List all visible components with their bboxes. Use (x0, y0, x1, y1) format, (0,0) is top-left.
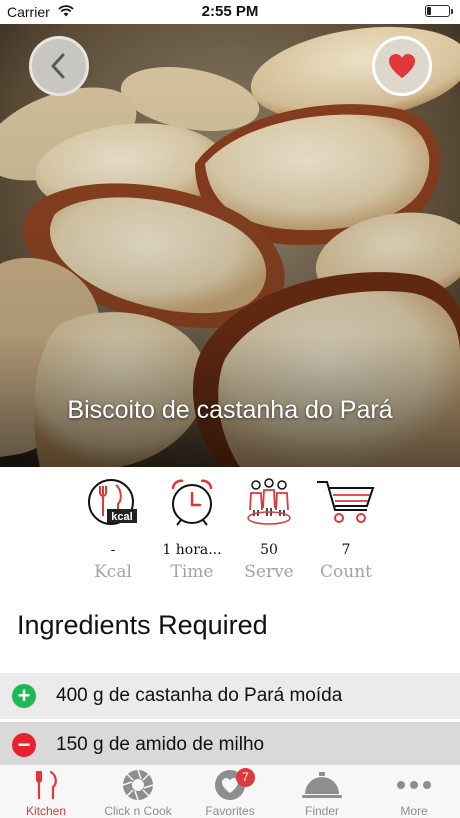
stat-label: Time (170, 562, 214, 582)
favorites-badge: 7 (236, 768, 255, 787)
stat-count: 7 Count (306, 476, 386, 582)
tab-more[interactable]: More (368, 765, 460, 818)
remove-icon[interactable]: − (12, 733, 36, 757)
tab-label: Click n Cook (104, 804, 172, 818)
tab-favorites[interactable]: 7 Favorites (184, 765, 276, 818)
status-bar: Carrier 2:55 PM (0, 0, 460, 24)
ingredient-text: 400 g de castanha do Pará moída (56, 685, 343, 706)
ingredients-heading: Ingredients Required (17, 610, 268, 640)
tab-label: Favorites (205, 804, 255, 818)
ingredient-text: 150 g de amido de milho (56, 734, 265, 755)
ingredient-row[interactable]: − 150 g de amido de milho (0, 722, 460, 768)
stat-value: 1 hora... (162, 542, 222, 558)
tab-label: Kitchen (25, 804, 67, 818)
tab-label: More (400, 804, 428, 818)
favorite-button[interactable] (372, 36, 432, 96)
heart-icon (389, 54, 415, 78)
cloche-icon (302, 772, 342, 798)
stat-serve: 50 Serve (229, 476, 309, 582)
chevron-left-icon (51, 53, 65, 79)
kcal-badge-text: kcal (111, 511, 132, 523)
camera-shutter-icon (122, 769, 154, 801)
battery-icon (425, 5, 453, 17)
kcal-icon: kcal (88, 479, 137, 525)
tab-bar: Kitchen Click n Cook 7 Favorites Finder … (0, 764, 460, 818)
stat-kcal: kcal - Kcal (73, 476, 153, 582)
ingredient-row[interactable]: + 400 g de castanha do Pará moída (0, 673, 460, 719)
recipe-hero: Biscoito de castanha do Pará (0, 24, 460, 467)
recipe-title: Biscoito de castanha do Pará (67, 396, 393, 424)
status-time: 2:55 PM (201, 3, 259, 20)
alarm-clock-icon (171, 479, 213, 526)
more-dots-icon (397, 781, 431, 789)
stat-label: Count (320, 562, 372, 582)
people-icon (247, 478, 291, 525)
stat-label: Kcal (94, 562, 132, 582)
shopping-cart-icon (317, 481, 375, 523)
back-button[interactable] (29, 36, 89, 96)
tab-click-n-cook[interactable]: Click n Cook (92, 765, 184, 818)
stat-value: 7 (341, 542, 351, 558)
stat-value: - (110, 542, 116, 558)
add-icon[interactable]: + (12, 684, 36, 708)
tab-label: Finder (304, 804, 339, 818)
tab-finder[interactable]: Finder (276, 765, 368, 818)
fork-knife-icon (35, 770, 57, 800)
stat-value: 50 (260, 542, 278, 558)
stat-label: Serve (244, 562, 294, 582)
stat-time: 1 hora... Time (152, 476, 232, 582)
tab-kitchen[interactable]: Kitchen (0, 765, 92, 818)
